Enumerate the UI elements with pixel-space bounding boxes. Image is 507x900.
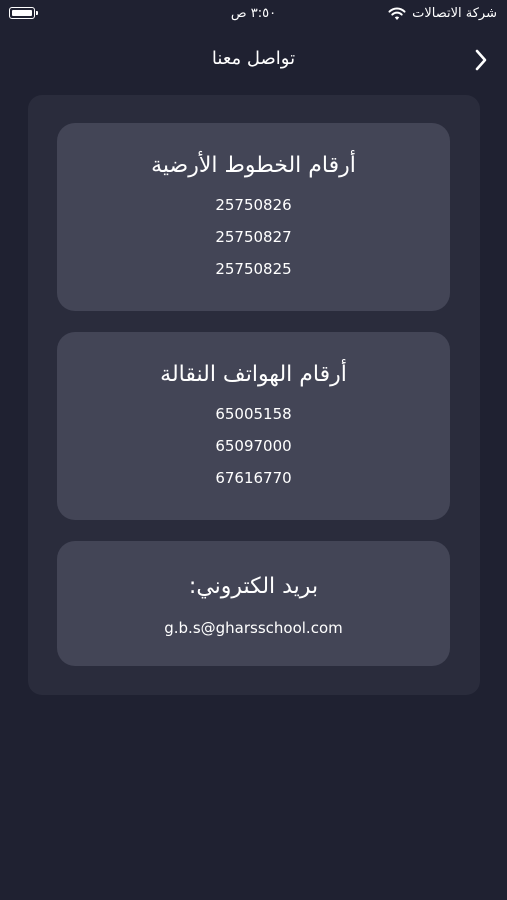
navigation-bar: تواصل معنا [0, 40, 507, 80]
carrier-name: شركة الاتصالات [412, 6, 497, 21]
contact-panel: أرقام الخطوط الأرضية 25750826 25750827 2… [28, 95, 480, 695]
landline-number[interactable]: 25750827 [57, 228, 450, 246]
status-bar: ٣:٥٠ ص شركة الاتصالات [0, 0, 507, 28]
chevron-right-icon [475, 49, 487, 71]
landline-card: أرقام الخطوط الأرضية 25750826 25750827 2… [57, 123, 450, 311]
wifi-icon [388, 7, 406, 20]
landline-number[interactable]: 25750826 [57, 196, 450, 214]
mobile-number[interactable]: 65005158 [57, 405, 450, 423]
status-time: ٣:٥٠ ص [230, 6, 277, 21]
landline-title: أرقام الخطوط الأرضية [151, 153, 356, 178]
mobile-number[interactable]: 67616770 [57, 469, 450, 487]
email-title: بريد الكتروني: [188, 574, 319, 599]
mobile-number[interactable]: 65097000 [57, 437, 450, 455]
landline-number[interactable]: 25750825 [57, 260, 450, 278]
back-button[interactable] [469, 46, 493, 74]
email-card: بريد الكتروني: g.b.s@gharsschool.com [57, 541, 450, 666]
mobile-card: أرقام الهواتف النقالة 65005158 65097000 … [57, 332, 450, 520]
mobile-title: أرقام الهواتف النقالة [160, 362, 347, 387]
carrier-info: شركة الاتصالات [388, 6, 497, 21]
email-address[interactable]: g.b.s@gharsschool.com [57, 619, 450, 637]
battery-icon [9, 7, 38, 19]
page-title: تواصل معنا [211, 48, 296, 69]
